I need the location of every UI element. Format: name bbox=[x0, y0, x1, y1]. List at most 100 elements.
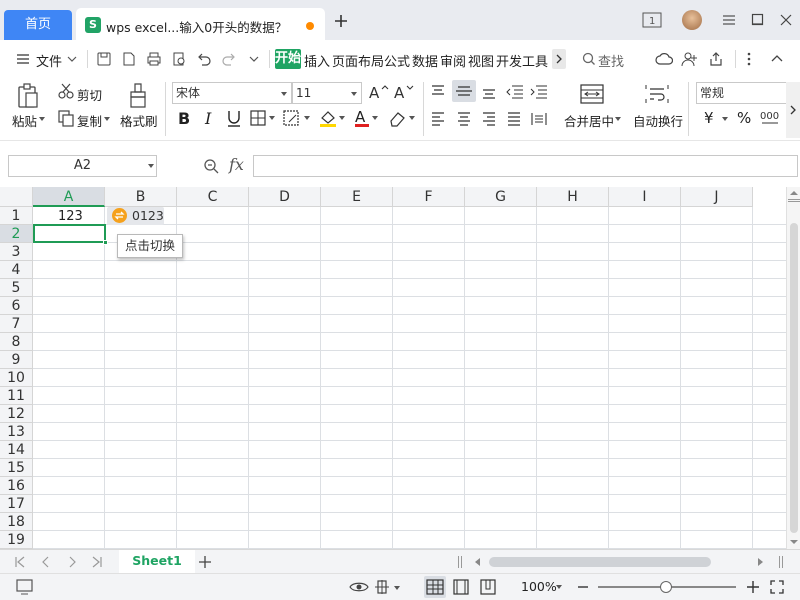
document-tab[interactable]: S wps excel...输入0开头的数据？ bbox=[76, 8, 325, 40]
close-window-button[interactable] bbox=[779, 13, 793, 27]
thousands-separator-icon[interactable]: 000 bbox=[760, 109, 780, 127]
distributed-align-icon[interactable] bbox=[530, 111, 548, 127]
merge-dropdown-icon[interactable] bbox=[615, 117, 621, 122]
share-icon[interactable] bbox=[708, 51, 724, 67]
menu-tab-review[interactable]: 审阅 bbox=[440, 51, 466, 70]
number-format-select[interactable]: 常规 bbox=[696, 82, 786, 104]
ribbon-scroll-right-icon[interactable] bbox=[786, 82, 800, 138]
collapse-ribbon-icon[interactable] bbox=[770, 53, 784, 63]
export-pdf-icon[interactable] bbox=[121, 51, 137, 67]
maximize-button[interactable] bbox=[751, 13, 765, 27]
percent-format-button[interactable]: % bbox=[737, 109, 751, 127]
cut-icon[interactable] bbox=[57, 82, 75, 100]
sheet-tab-sheet1[interactable]: Sheet1 bbox=[119, 550, 195, 574]
align-middle-icon[interactable] bbox=[452, 80, 476, 102]
currency-format-button[interactable]: ¥ bbox=[704, 109, 714, 127]
column-header-b[interactable]: B bbox=[105, 187, 177, 207]
align-left-icon[interactable] bbox=[430, 111, 446, 127]
focus-mode-icon[interactable] bbox=[374, 579, 402, 595]
paste-dropdown-icon[interactable] bbox=[39, 117, 45, 122]
menu-tab-home[interactable]: 开始 bbox=[275, 49, 301, 69]
row-header-16[interactable]: 16 bbox=[0, 477, 33, 495]
row-header-13[interactable]: 13 bbox=[0, 423, 33, 441]
row-header-15[interactable]: 15 bbox=[0, 459, 33, 477]
copy-button-label[interactable]: 复制 bbox=[77, 111, 102, 130]
menu-tab-developer[interactable]: 开发工具 bbox=[496, 51, 548, 70]
formula-input[interactable] bbox=[253, 155, 798, 177]
fullscreen-icon[interactable] bbox=[770, 580, 784, 594]
paste-icon[interactable] bbox=[16, 82, 40, 110]
zoom-out-button[interactable] bbox=[577, 581, 589, 593]
align-bottom-icon[interactable] bbox=[481, 84, 497, 100]
menu-tab-page-layout[interactable]: 页面布局 bbox=[332, 51, 384, 70]
column-header-c[interactable]: C bbox=[177, 187, 249, 207]
menu-tab-view[interactable]: 视图 bbox=[468, 51, 494, 70]
row-header-3[interactable]: 3 bbox=[0, 243, 33, 261]
align-center-icon[interactable] bbox=[456, 111, 472, 127]
format-painter-icon[interactable] bbox=[127, 82, 149, 110]
name-box[interactable]: A2 bbox=[8, 155, 157, 177]
column-header-f[interactable]: F bbox=[393, 187, 465, 207]
eye-protection-icon[interactable] bbox=[349, 579, 369, 595]
merge-center-label[interactable]: 合并居中 bbox=[564, 111, 614, 130]
merge-center-icon[interactable] bbox=[580, 83, 604, 105]
format-painter-label[interactable]: 格式刷 bbox=[120, 111, 158, 130]
vertical-scrollbar[interactable] bbox=[786, 187, 800, 549]
row-header-12[interactable]: 12 bbox=[0, 405, 33, 423]
add-sheet-icon[interactable] bbox=[198, 555, 212, 569]
row-header-10[interactable]: 10 bbox=[0, 369, 33, 387]
zoom-slider-thumb[interactable] bbox=[660, 581, 672, 593]
page-layout-view-button[interactable] bbox=[479, 578, 497, 596]
copy-icon[interactable] bbox=[57, 109, 75, 127]
row-header-14[interactable]: 14 bbox=[0, 441, 33, 459]
prev-sheet-icon[interactable] bbox=[40, 556, 52, 568]
wrap-text-icon[interactable] bbox=[645, 83, 669, 105]
window-list-icon[interactable]: 1 bbox=[642, 12, 662, 28]
zoom-in-button[interactable] bbox=[746, 580, 760, 594]
menu-lines-icon[interactable] bbox=[721, 13, 737, 27]
redo-icon[interactable] bbox=[221, 51, 237, 67]
scroll-left-icon[interactable] bbox=[475, 558, 481, 566]
cloud-sync-icon[interactable] bbox=[655, 51, 673, 67]
increase-font-size-icon[interactable]: A bbox=[369, 83, 389, 101]
new-tab-button[interactable] bbox=[333, 13, 349, 29]
row-header-5[interactable]: 5 bbox=[0, 279, 33, 297]
menu-scroll-right-icon[interactable] bbox=[552, 49, 566, 69]
quick-access-more-icon[interactable] bbox=[248, 54, 260, 64]
row-header-17[interactable]: 17 bbox=[0, 495, 33, 513]
name-box-dropdown-icon[interactable] bbox=[148, 164, 154, 169]
next-sheet-icon[interactable] bbox=[66, 556, 78, 568]
row-header-2[interactable]: 2 bbox=[0, 225, 33, 243]
search-label[interactable]: 查找 bbox=[598, 51, 624, 70]
row-header-11[interactable]: 11 bbox=[0, 387, 33, 405]
cut-button-label[interactable]: 剪切 bbox=[77, 85, 102, 104]
collaborate-icon[interactable] bbox=[681, 51, 699, 67]
decrease-font-size-icon[interactable]: A bbox=[394, 83, 414, 101]
italic-button[interactable]: I bbox=[202, 109, 216, 127]
row-header-18[interactable]: 18 bbox=[0, 513, 33, 531]
hsplit-handle[interactable] bbox=[779, 556, 783, 568]
menu-file[interactable]: 文件 bbox=[36, 51, 62, 70]
fx-button[interactable]: fx bbox=[229, 155, 244, 174]
align-right-icon[interactable] bbox=[481, 111, 497, 127]
column-header-j[interactable]: J bbox=[681, 187, 753, 207]
row-header-7[interactable]: 7 bbox=[0, 315, 33, 333]
split-handle-icon[interactable] bbox=[788, 199, 800, 202]
justify-icon[interactable] bbox=[506, 111, 522, 127]
row-header-1[interactable]: 1 bbox=[0, 207, 33, 225]
horizontal-scroll-thumb[interactable] bbox=[489, 557, 711, 567]
column-header-h[interactable]: H bbox=[537, 187, 609, 207]
borders-icon[interactable] bbox=[250, 110, 276, 126]
column-header-e[interactable]: E bbox=[321, 187, 393, 207]
menu-tab-data[interactable]: 数据 bbox=[412, 51, 438, 70]
font-size-select[interactable]: 11 bbox=[292, 82, 362, 104]
zoom-level[interactable]: 100% bbox=[521, 579, 557, 594]
row-header-6[interactable]: 6 bbox=[0, 297, 33, 315]
user-avatar[interactable] bbox=[682, 10, 702, 30]
row-header-8[interactable]: 8 bbox=[0, 333, 33, 351]
menu-tab-insert[interactable]: 插入 bbox=[304, 51, 330, 70]
search-icon[interactable] bbox=[582, 52, 596, 66]
column-header-g[interactable]: G bbox=[465, 187, 537, 207]
macro-record-icon[interactable] bbox=[16, 579, 34, 595]
home-tab[interactable]: 首页 bbox=[4, 10, 72, 40]
